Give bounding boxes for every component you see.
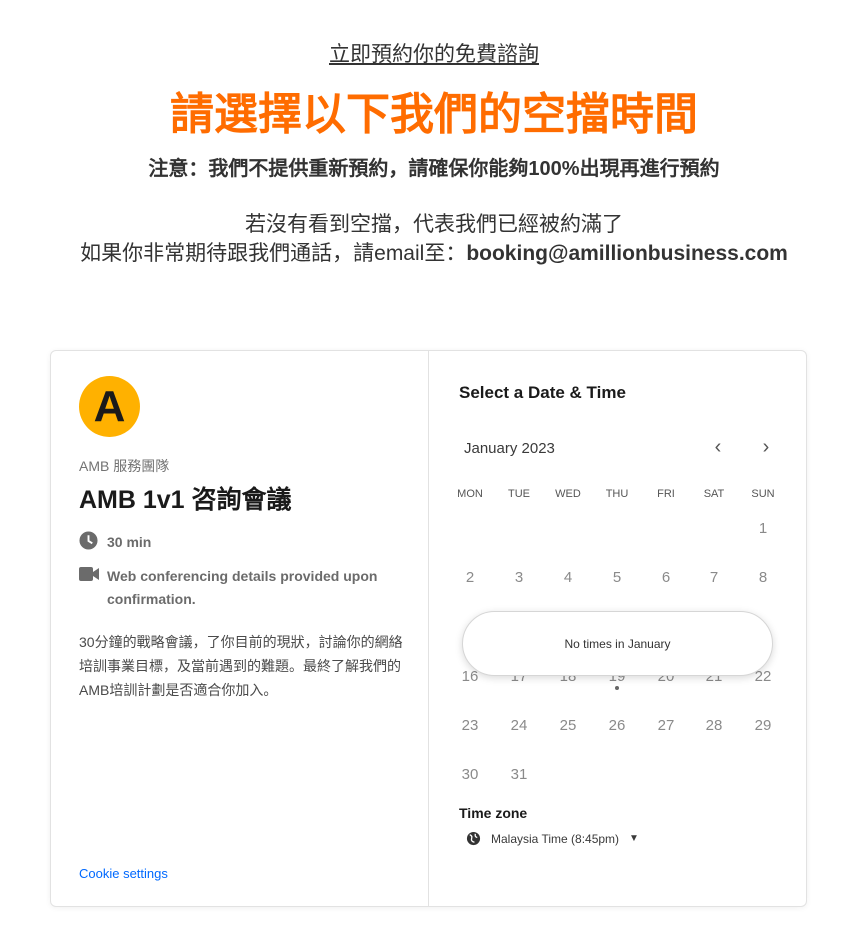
info-line-2: 如果你非常期待跟我們通話，請email至：booking@amillionbus… — [0, 237, 868, 267]
clock-icon — [79, 531, 98, 550]
calendar-day: 5 — [612, 569, 622, 586]
globe-icon — [466, 831, 481, 846]
calendar-day: 25 — [559, 717, 577, 734]
weekday-header: WED — [555, 488, 581, 500]
today-indicator — [615, 686, 619, 690]
page-title: 請選擇以下我們的空擋時間 — [170, 90, 698, 139]
calendar-day: 23 — [461, 717, 479, 734]
duration: 30 min — [107, 534, 152, 550]
timezone-value: Malaysia Time (8:45pm) — [491, 831, 620, 846]
calendar-day: 29 — [754, 717, 772, 734]
info-line-1: 若沒有看到空擋，代表我們已經被約滿了 — [245, 213, 623, 236]
weekday-header: SUN — [751, 488, 775, 500]
notice: 注意：我們不提供重新預約，請確保你能夠100%出現再進行預約 — [148, 158, 720, 180]
event-description: 30分鐘的戰略會議，了你目前的現狀，討論你的網絡培訓事業目標，及當前遇到的難題。… — [79, 634, 403, 698]
subheading: 立即預約你的免費諮詢 — [329, 43, 539, 66]
calendar-day: 8 — [758, 569, 768, 586]
timezone-select[interactable]: Malaysia Time (8:45pm) ▼ — [466, 831, 639, 846]
chevron-right-icon[interactable]: › — [756, 436, 776, 459]
calendar-day: 30 — [461, 766, 479, 783]
calendar-day: 26 — [608, 717, 626, 734]
calendar-day: 3 — [514, 569, 524, 586]
calendar-day: 28 — [705, 717, 723, 734]
calendar-day: 1 — [758, 520, 768, 537]
avatar: A — [79, 376, 140, 437]
calendar-day: 27 — [657, 717, 675, 734]
weekday-header: MON — [457, 488, 483, 500]
no-times-popup: No times in January — [462, 611, 773, 676]
calendar-day: 31 — [510, 766, 528, 783]
weekday-header: SAT — [703, 488, 725, 500]
event-name: AMB 1v1 咨詢會議 — [79, 486, 292, 514]
caret-down-icon: ▼ — [629, 833, 639, 844]
month-label: January 2023 — [464, 440, 555, 457]
organizer-name: AMB 服務團隊 — [79, 458, 170, 474]
cookie-settings-link[interactable]: Cookie settings — [79, 866, 168, 881]
calendar-day: 7 — [709, 569, 719, 586]
calendar-day: 2 — [465, 569, 475, 586]
no-times-message: No times in January — [564, 637, 671, 651]
conferencing-details: Web conferencing details provided upon c… — [107, 568, 378, 607]
info-line-2-prefix: 如果你非常期待跟我們通話，請email至： — [80, 242, 467, 265]
select-date-heading: Select a Date & Time — [459, 383, 626, 402]
calendar-day: 6 — [661, 569, 671, 586]
chevron-left-icon[interactable]: ‹ — [708, 436, 728, 459]
weekday-header: TUE — [508, 488, 530, 500]
contact-email: booking@amillionbusiness.com — [466, 242, 788, 265]
calendar-day: 24 — [510, 717, 528, 734]
timezone-label: Time zone — [459, 805, 528, 821]
calendar-day: 4 — [563, 569, 573, 586]
video-camera-icon — [79, 567, 99, 581]
divider — [428, 351, 429, 906]
weekday-header: THU — [605, 488, 629, 500]
weekday-header: FRI — [657, 488, 675, 500]
